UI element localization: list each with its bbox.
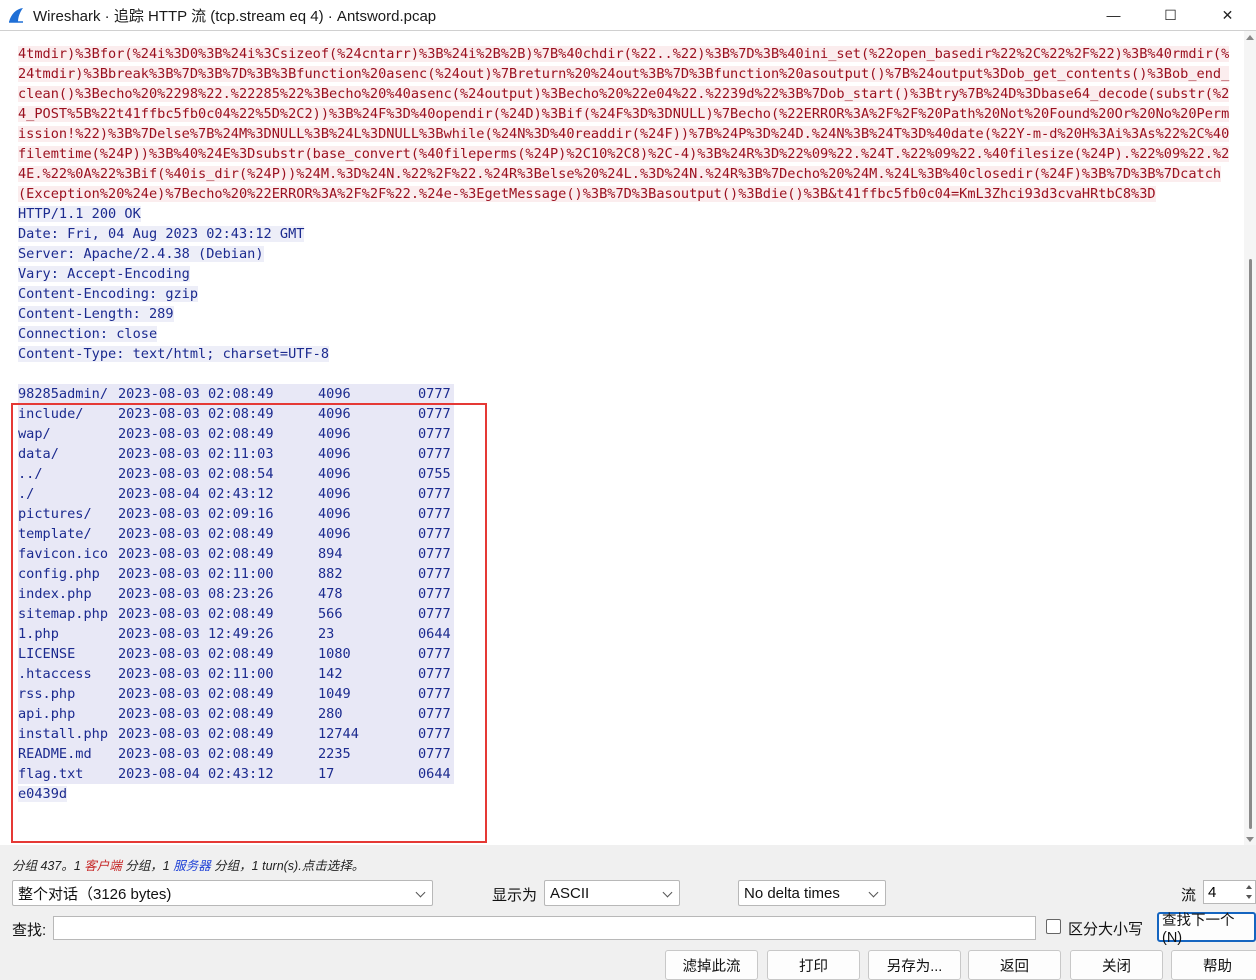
- find-label: 查找:: [12, 922, 47, 939]
- wireshark-fin-icon: [9, 8, 23, 23]
- status-suffix: 分组，1 turn(s).点击选择。: [210, 859, 365, 873]
- client-packets-link[interactable]: 客户端: [84, 859, 122, 873]
- case-sensitive-label: 区分大小写: [1068, 921, 1144, 938]
- maximize-button[interactable]: ☐: [1142, 0, 1199, 30]
- listing-row: 98285admin/2023-08-03 02:08:49 4096 0777: [18, 384, 1236, 404]
- chevron-down-icon: [662, 887, 673, 898]
- chevron-down-icon: [415, 887, 426, 898]
- save-as-button[interactable]: 另存为...: [868, 950, 961, 980]
- stream-number-spinbox[interactable]: 4: [1203, 880, 1256, 904]
- stream-label: 流: [1181, 887, 1197, 904]
- response-header-line: Connection: close: [18, 326, 158, 342]
- response-header-line: Server: Apache/2.4.38 (Debian): [18, 246, 264, 262]
- response-header-line: HTTP/1.1 200 OK: [18, 206, 141, 222]
- status-mid: 分组，1: [121, 859, 174, 873]
- minimize-button[interactable]: —: [1085, 0, 1142, 30]
- file-mtime: 2023-08-03 02:08:49: [118, 384, 318, 404]
- spin-up-icon[interactable]: [1246, 885, 1252, 889]
- spin-down-icon[interactable]: [1246, 895, 1252, 899]
- scroll-down-icon[interactable]: [1246, 837, 1254, 842]
- response-header-line: Content-Length: 289: [18, 306, 174, 322]
- find-input[interactable]: [53, 916, 1036, 940]
- close-window-button[interactable]: ✕: [1199, 0, 1256, 30]
- stream-status: 分组 437。1 客户端 分组，1 服务器 分组，1 turn(s).点击选择。: [12, 855, 364, 874]
- server-packets-link[interactable]: 服务器: [173, 859, 211, 873]
- file-size: 4096: [318, 384, 418, 404]
- show-as-label: 显示为: [492, 887, 538, 904]
- stream-content-pane[interactable]: 4tmdir)%3Bfor(%24i%3D0%3B%24i%3Csizeof(%…: [0, 30, 1256, 845]
- show-as-select[interactable]: ASCII: [544, 880, 680, 906]
- response-header-line: Vary: Accept-Encoding: [18, 266, 190, 282]
- chevron-down-icon: [868, 887, 879, 898]
- delta-times-select-value: No delta times: [744, 884, 840, 902]
- case-sensitive-checkbox[interactable]: [1046, 919, 1061, 934]
- help-button[interactable]: 帮助: [1171, 950, 1256, 980]
- title-bar: Wireshark · 追踪 HTTP 流 (tcp.stream eq 4) …: [0, 0, 1256, 30]
- conversation-select-value: 整个对话（3126 bytes): [18, 885, 172, 903]
- show-as-select-value: ASCII: [550, 884, 590, 902]
- stream-number-value: 4: [1208, 883, 1217, 901]
- status-prefix: 分组 437。1: [12, 859, 85, 873]
- response-header-line: Date: Fri, 04 Aug 2023 02:43:12 GMT: [18, 226, 305, 242]
- client-request-text: 4tmdir)%3Bfor(%24i%3D0%3B%24i%3Csizeof(%…: [18, 46, 1230, 202]
- find-next-button[interactable]: 查找下一个(N): [1157, 912, 1256, 946]
- back-button[interactable]: 返回: [968, 950, 1061, 980]
- filter-out-stream-button[interactable]: 滤掉此流: [665, 950, 758, 980]
- file-perms: 0777: [418, 384, 454, 404]
- response-header-line: Content-Encoding: gzip: [18, 286, 199, 302]
- window-title: Wireshark · 追踪 HTTP 流 (tcp.stream eq 4) …: [33, 7, 437, 25]
- close-button[interactable]: 关闭: [1070, 950, 1163, 980]
- vertical-scrollbar[interactable]: [1244, 31, 1256, 845]
- scroll-up-icon[interactable]: [1246, 35, 1254, 40]
- print-button[interactable]: 打印: [767, 950, 860, 980]
- conversation-select[interactable]: 整个对话（3126 bytes): [12, 880, 433, 906]
- file-name: 98285admin/: [18, 384, 118, 404]
- scroll-thumb[interactable]: [1249, 259, 1252, 829]
- delta-times-select[interactable]: No delta times: [738, 880, 886, 906]
- response-header-line: Content-Type: text/html; charset=UTF-8: [18, 346, 329, 362]
- red-highlight-box: [11, 403, 487, 843]
